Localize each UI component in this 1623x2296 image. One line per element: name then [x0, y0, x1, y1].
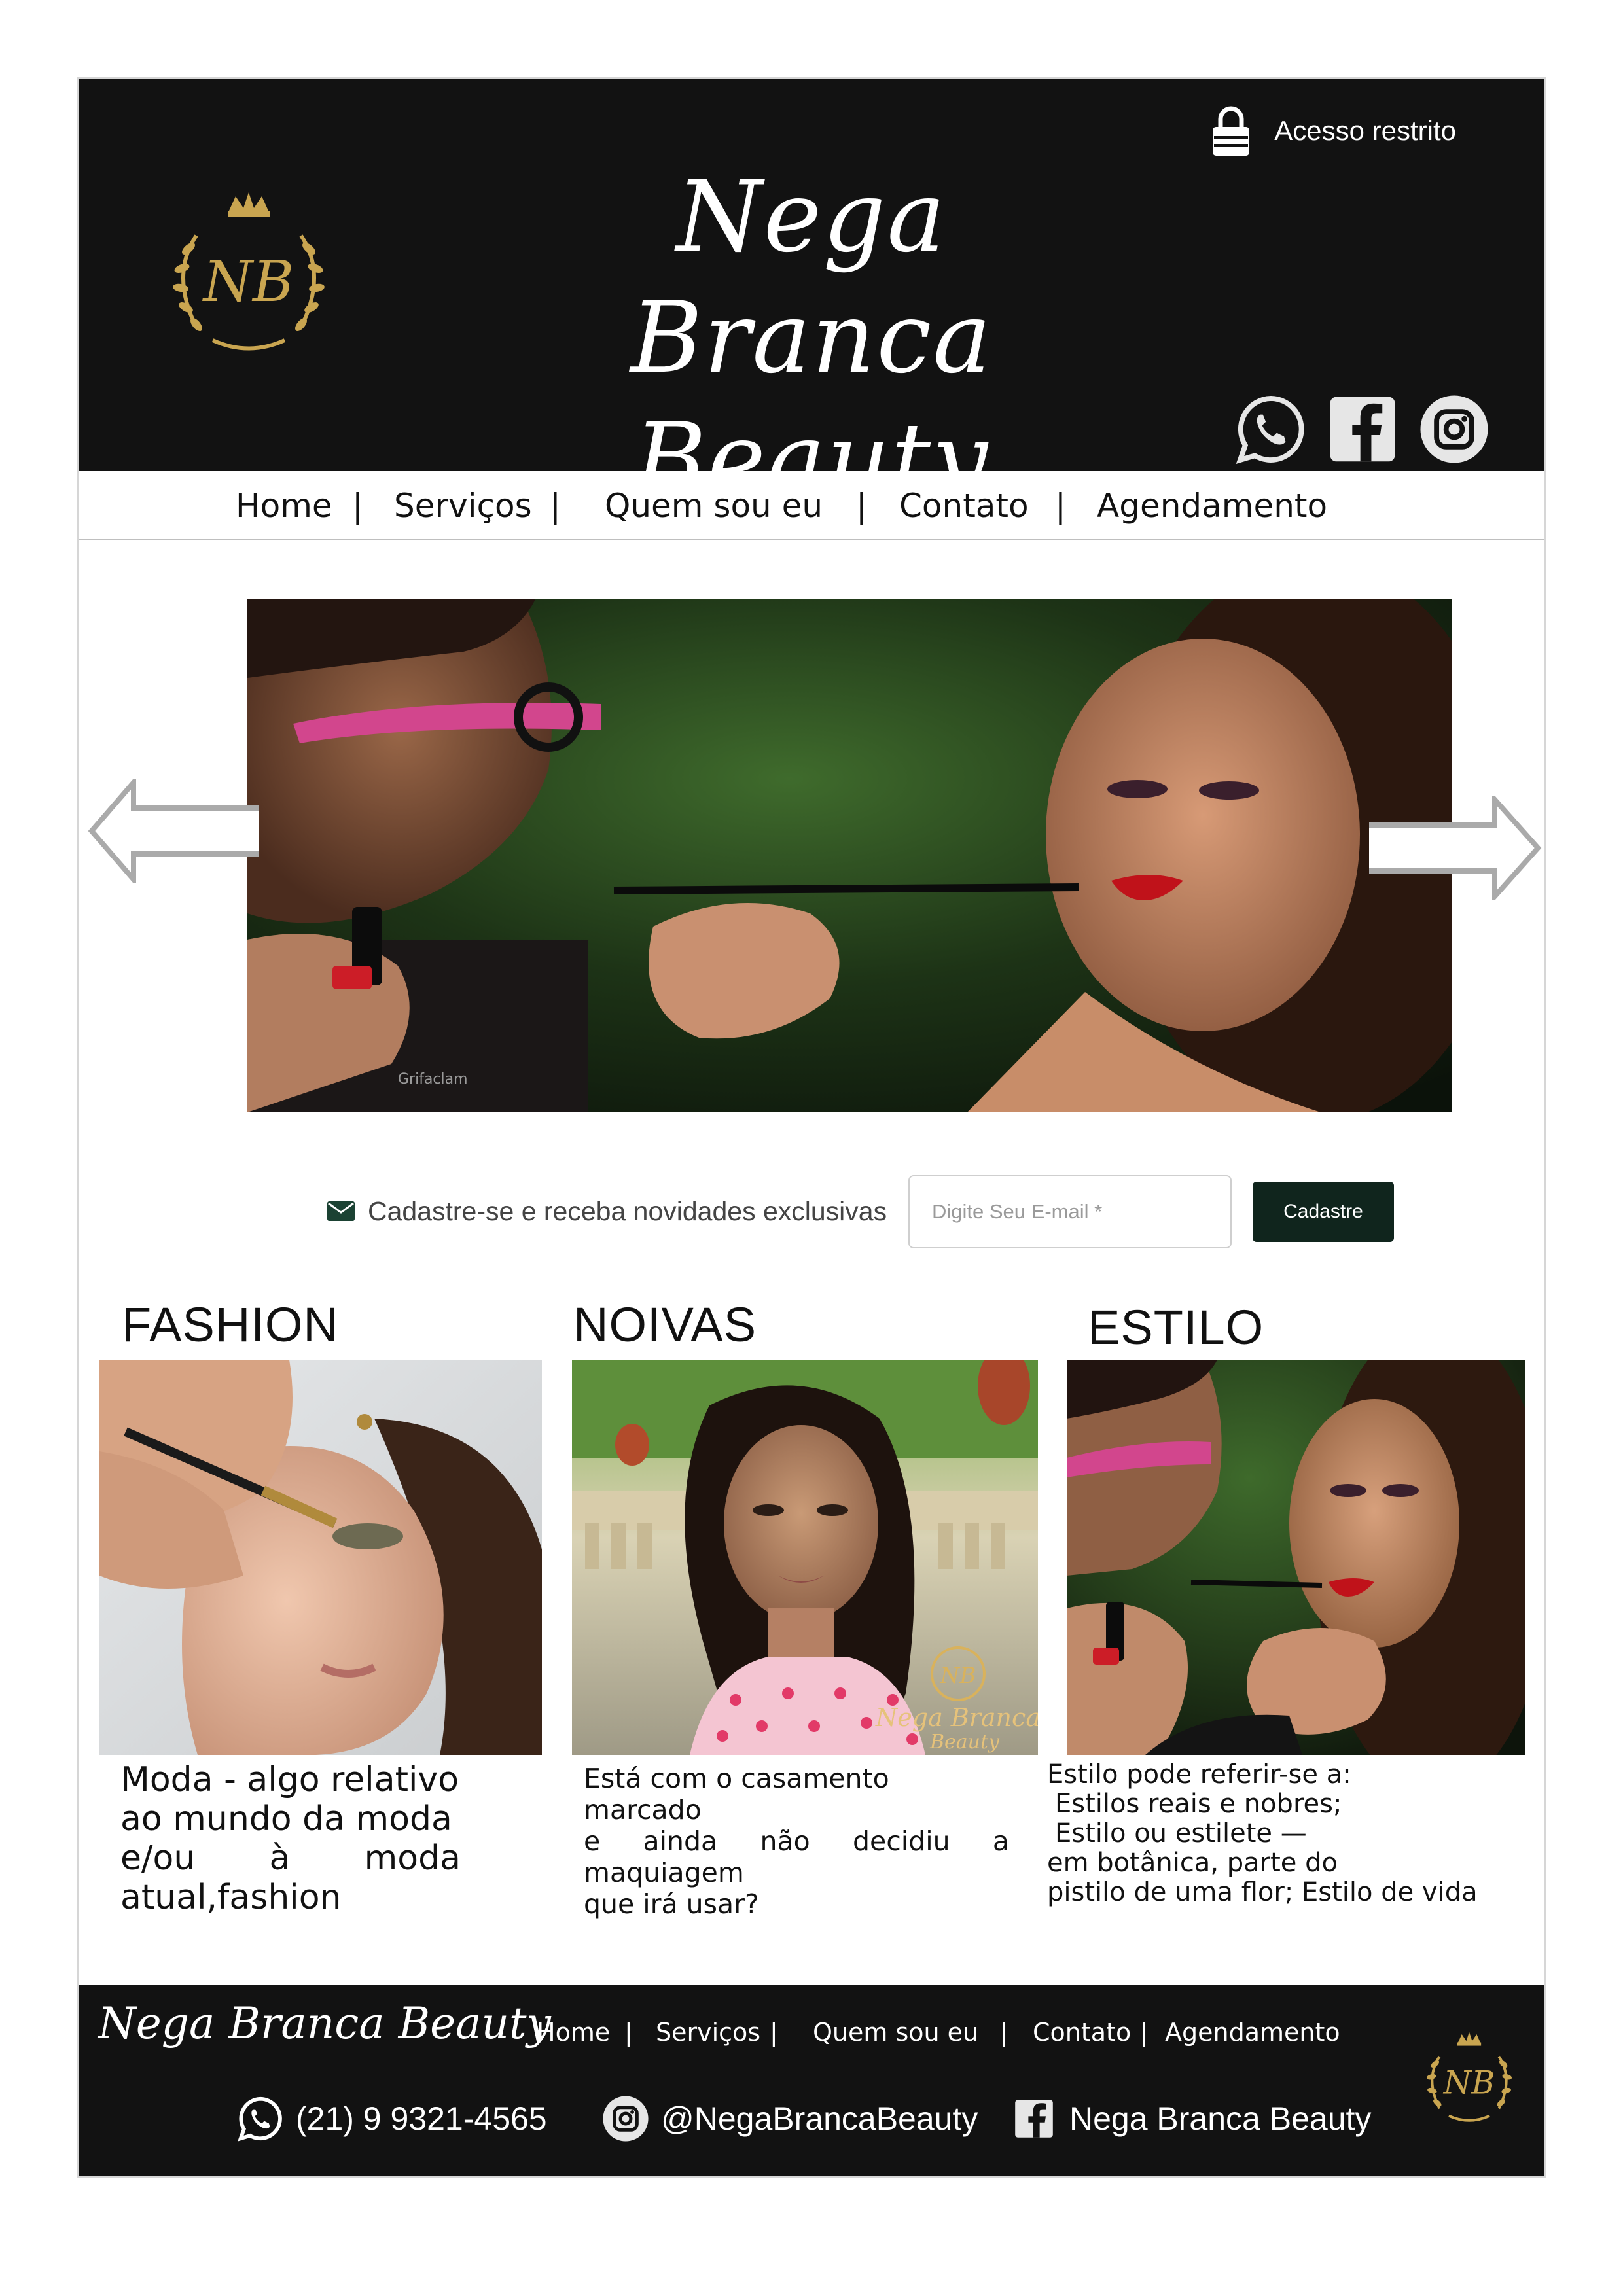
nb-logo-icon[interactable]: NB — [151, 177, 347, 373]
footer-phone[interactable]: (21) 9 9321-4565 — [237, 2095, 547, 2142]
brand-title[interactable]: Nega Branca Beauty — [484, 157, 1139, 520]
envelope-icon — [327, 1201, 355, 1221]
arrow-right-icon[interactable] — [1365, 796, 1542, 900]
site-header: NB Nega Branca Beauty Acesso restrito — [79, 79, 1544, 516]
whatsapp-icon — [238, 2096, 282, 2142]
fashion-image[interactable] — [99, 1360, 542, 1755]
category-title-estilo[interactable]: ESTILO — [1088, 1299, 1264, 1355]
email-input[interactable] — [908, 1175, 1232, 1248]
footer-nav-separator: | — [1000, 2018, 1008, 2047]
footer-brand[interactable]: Nega Branca Beauty — [98, 1998, 551, 2049]
estilo-image[interactable] — [1067, 1360, 1525, 1755]
hero-photo: Grifaclam — [247, 599, 1452, 1112]
svg-text:Nega Branca: Nega Branca — [875, 1703, 1038, 1732]
header-social-icons — [1234, 393, 1491, 466]
instagram-icon — [603, 2096, 649, 2142]
site-footer: Nega Branca Beauty Home | Serviços | Que… — [79, 1985, 1544, 2176]
svg-text:NB: NB — [1443, 2065, 1495, 2102]
footer-phone-number: (21) 9 9321-4565 — [296, 2100, 547, 2137]
svg-text:NB: NB — [940, 1663, 976, 1689]
noivas-description: Está com o casamento marcado e ainda não… — [584, 1763, 1009, 1920]
nav-separator: | — [352, 487, 363, 525]
nav-home[interactable]: Home — [236, 487, 332, 525]
footer-nav-contato[interactable]: Contato — [1033, 2018, 1131, 2047]
hero-slider[interactable]: Grifaclam — [247, 599, 1452, 1112]
noivas-image[interactable]: NB Nega Branca Beauty — [572, 1360, 1038, 1755]
restricted-access-label: Acesso restrito — [1274, 115, 1456, 146]
nav-separator: | — [1055, 487, 1066, 525]
footer-instagram-handle: @NegaBrancaBeauty — [661, 2100, 978, 2137]
footer-facebook-name: Nega Branca Beauty — [1069, 2100, 1372, 2137]
main-nav: Home | Serviços | Quem sou eu | Contato … — [79, 471, 1544, 540]
facebook-icon — [1015, 2100, 1053, 2138]
page-frame: NB Nega Branca Beauty Acesso restrito Ho… — [77, 77, 1546, 2178]
newsletter-text: Cadastre-se e receba novidades exclusiva… — [368, 1196, 887, 1226]
nav-agendamento[interactable]: Agendamento — [1097, 487, 1327, 525]
hero-watermark: Grifaclam — [398, 1071, 468, 1087]
svg-text:Beauty: Beauty — [929, 1731, 1000, 1754]
nav-servicos[interactable]: Serviços — [394, 487, 532, 525]
restricted-access-link[interactable]: Acesso restrito — [1210, 105, 1456, 157]
nav-quem-sou-eu[interactable]: Quem sou eu — [605, 487, 823, 525]
footer-facebook[interactable]: Nega Branca Beauty — [1010, 2095, 1371, 2142]
footer-instagram[interactable]: @NegaBrancaBeauty — [602, 2095, 978, 2142]
arrow-left-icon[interactable] — [88, 779, 267, 883]
nav-separator: | — [856, 487, 867, 525]
footer-nav-home[interactable]: Home — [537, 2018, 610, 2047]
footer-nav-separator: | — [770, 2018, 778, 2047]
footer-nav-servicos[interactable]: Serviços — [656, 2018, 760, 2047]
nav-contato[interactable]: Contato — [899, 487, 1029, 525]
svg-text:NB: NB — [202, 249, 294, 315]
footer-nav-quem-sou-eu[interactable]: Quem sou eu — [813, 2018, 978, 2047]
estilo-description: Estilo pode referir-se a: Estilos reais … — [1047, 1759, 1478, 1907]
footer-nav-agendamento[interactable]: Agendamento — [1165, 2018, 1340, 2047]
whatsapp-icon[interactable] — [1234, 393, 1308, 466]
subscribe-button[interactable]: Cadastre — [1253, 1182, 1394, 1242]
nb-logo-icon[interactable]: NB — [1414, 2023, 1525, 2134]
category-title-noivas[interactable]: NOIVAS — [573, 1297, 757, 1352]
brand-title-line1: Nega Branca — [630, 160, 993, 395]
instagram-icon[interactable] — [1418, 393, 1491, 466]
footer-nav-separator: | — [624, 2018, 633, 2047]
footer-nav-separator: | — [1140, 2018, 1149, 2047]
newsletter-signup: Cadastre-se e receba novidades exclusiva… — [327, 1174, 1479, 1250]
fashion-description: Moda - algo relativo ao mundo da moda e/… — [120, 1760, 461, 1917]
nav-separator: | — [550, 487, 561, 525]
lock-icon — [1213, 106, 1250, 156]
category-title-fashion[interactable]: FASHION — [122, 1297, 339, 1352]
facebook-icon[interactable] — [1326, 393, 1399, 466]
